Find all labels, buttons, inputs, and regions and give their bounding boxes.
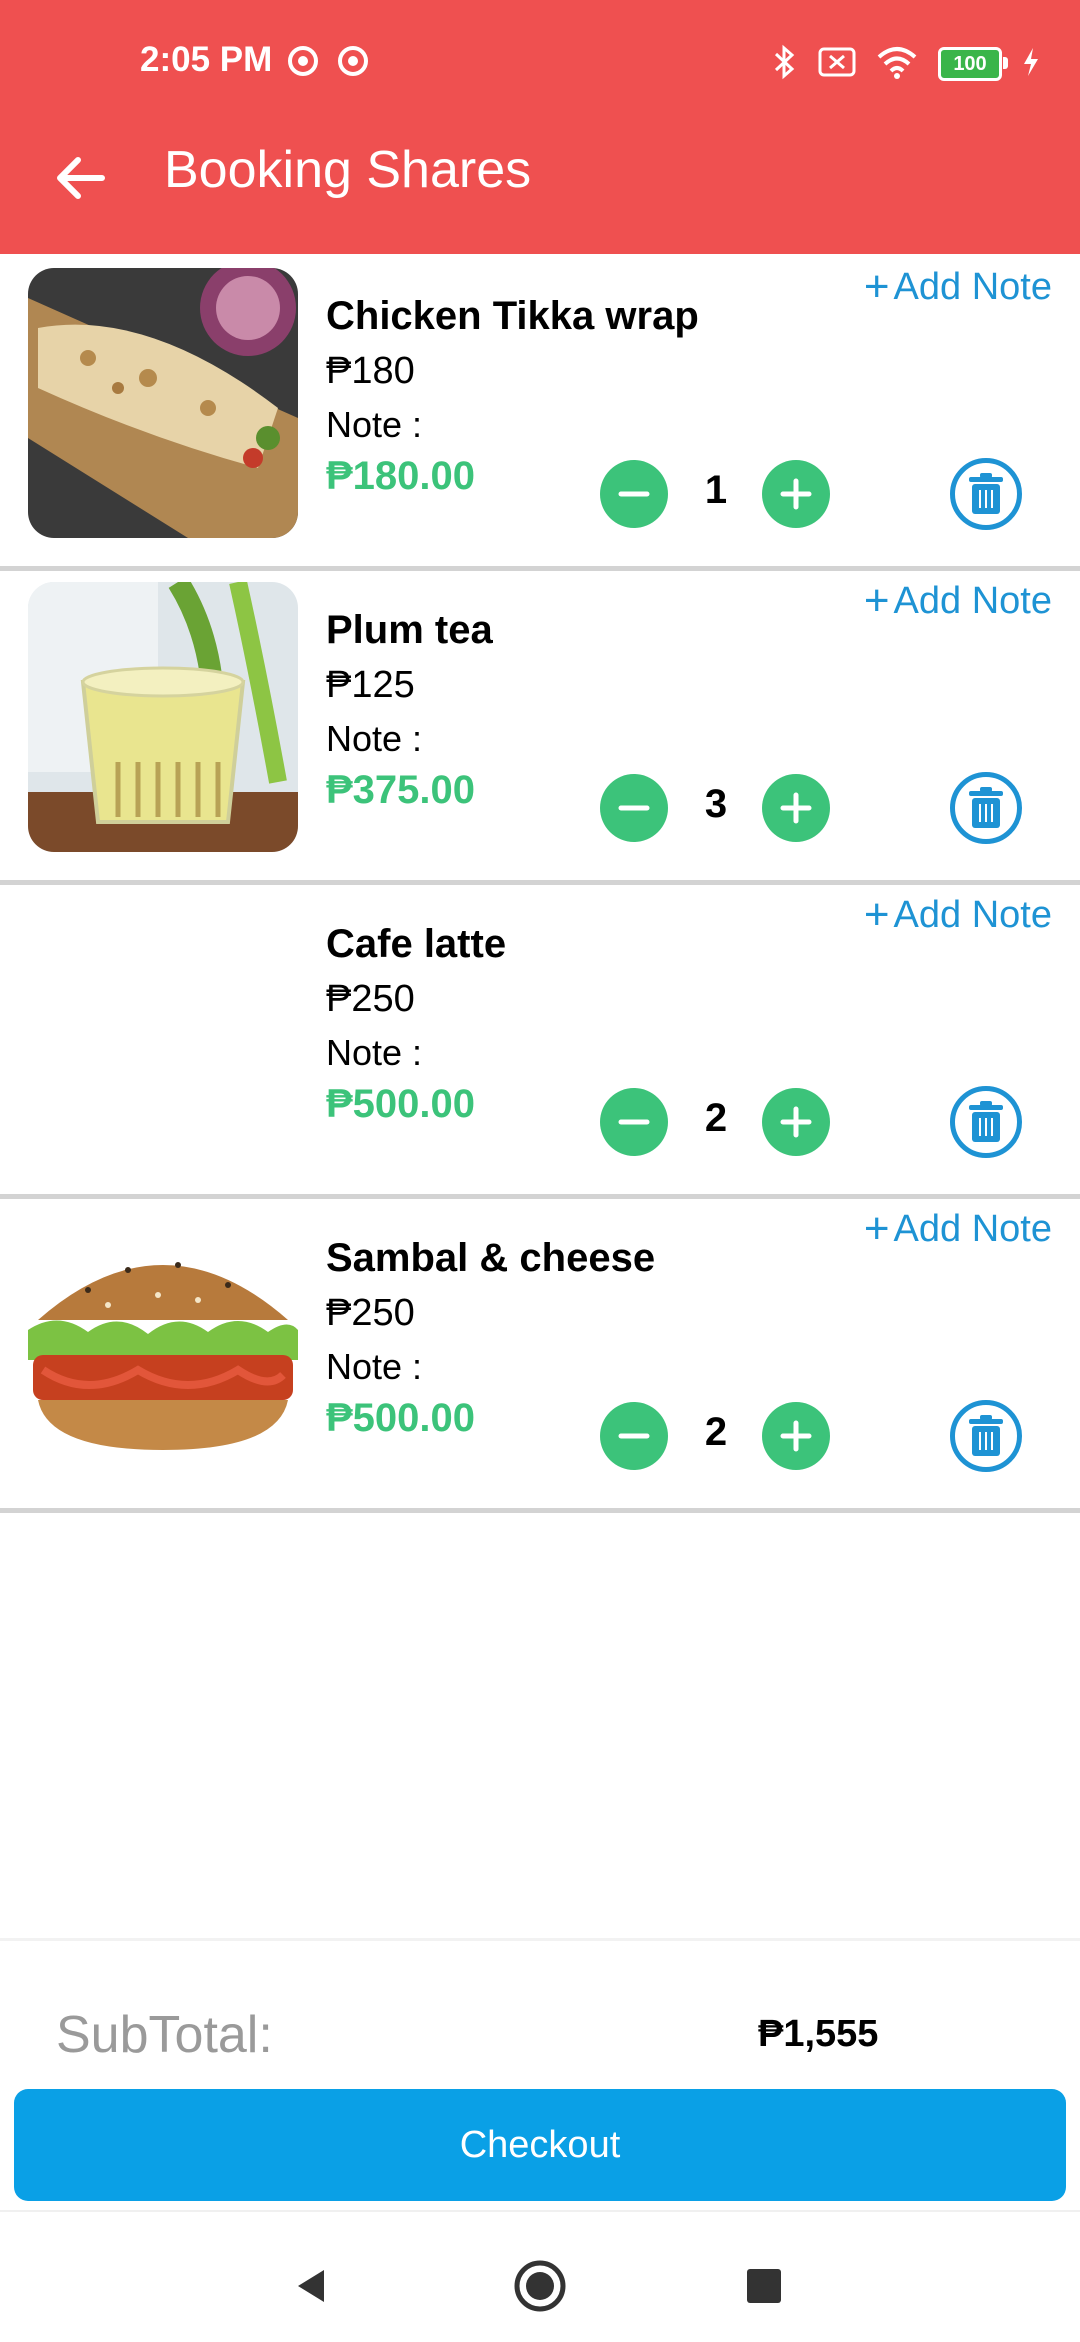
item-note-label: Note :: [326, 718, 423, 759]
status-bar: 2:05 PM 100: [0, 0, 1080, 120]
food-image-tea: [28, 582, 298, 852]
item-name: Sambal & cheese: [326, 1236, 656, 1280]
minus-icon: [618, 805, 650, 811]
delete-item-button[interactable]: [950, 458, 1022, 530]
page-title: Booking Shares: [164, 141, 532, 199]
increase-quantity-button[interactable]: [762, 1402, 830, 1470]
item-total: ₱375.00: [326, 768, 476, 812]
back-arrow-icon[interactable]: [50, 148, 120, 208]
minus-icon: [618, 1433, 650, 1439]
item-price: ₱180: [326, 350, 415, 392]
add-note-button[interactable]: + Add Note: [864, 1204, 1052, 1254]
divider: [0, 1508, 1080, 1513]
cart-item: Plum tea ₱125 Note : ₱375.00 + Add Note 3: [0, 568, 1080, 885]
add-note-button[interactable]: + Add Note: [864, 890, 1052, 940]
battery-icon: 100: [938, 47, 1008, 81]
delete-item-button[interactable]: [950, 1086, 1022, 1158]
charging-icon: [1022, 47, 1040, 82]
decrease-quantity-button[interactable]: [600, 1402, 668, 1470]
minus-icon: [618, 1119, 650, 1125]
item-note-label: Note :: [326, 1346, 423, 1387]
increase-quantity-button[interactable]: [762, 1088, 830, 1156]
add-note-label: Add Note: [893, 265, 1052, 308]
item-price: ₱250: [326, 978, 415, 1020]
nav-back-icon[interactable]: [282, 2256, 342, 2316]
cart-item: Chicken Tikka wrap ₱180 Note : ₱180.00 +…: [0, 254, 1080, 571]
item-name: Cafe latte: [326, 922, 507, 966]
plus-icon: +: [863, 576, 890, 625]
plus-icon: +: [863, 890, 890, 939]
checkout-button[interactable]: Checkout: [14, 2089, 1066, 2201]
status-time: 2:05 PM: [140, 40, 273, 79]
item-note-label: Note :: [326, 1032, 423, 1073]
item-name: Chicken Tikka wrap: [326, 294, 699, 338]
quantity-value: 3: [704, 782, 728, 826]
item-price: ₱250: [326, 1292, 415, 1334]
add-note-label: Add Note: [893, 1207, 1052, 1250]
delete-item-button[interactable]: [950, 1400, 1022, 1472]
quantity-value: 2: [704, 1410, 728, 1454]
item-note-label: Note :: [326, 404, 423, 445]
add-note-button[interactable]: + Add Note: [864, 576, 1052, 626]
add-note-label: Add Note: [893, 893, 1052, 936]
food-image-burger: [28, 1210, 298, 1480]
subtotal-value: ₱1,555: [758, 2013, 879, 2055]
decrease-quantity-button[interactable]: [600, 460, 668, 528]
item-total: ₱500.00: [326, 1396, 476, 1440]
item-name: Plum tea: [326, 608, 493, 652]
plus-icon: [780, 792, 812, 824]
cart-item: Cafe latte ₱250 Note : ₱500.00 + Add Note…: [0, 882, 1080, 1199]
add-note-button[interactable]: + Add Note: [864, 262, 1052, 312]
add-note-label: Add Note: [893, 579, 1052, 622]
plus-icon: [780, 1420, 812, 1452]
decrease-quantity-button[interactable]: [600, 774, 668, 842]
plus-icon: [780, 478, 812, 510]
quantity-value: 2: [704, 1096, 728, 1140]
item-total: ₱180.00: [326, 454, 476, 498]
item-price: ₱125: [326, 664, 415, 706]
delete-item-button[interactable]: [950, 772, 1022, 844]
status-icons: 100: [772, 44, 1040, 84]
plus-icon: +: [863, 1204, 890, 1253]
quantity-value: 1: [704, 468, 728, 512]
nav-recents-icon[interactable]: [734, 2256, 794, 2316]
cart-footer: SubTotal: ₱1,555 Checkout: [0, 1938, 1080, 2213]
no-sim-icon: [818, 47, 856, 82]
increase-quantity-button[interactable]: [762, 460, 830, 528]
nav-home-icon[interactable]: [510, 2256, 570, 2316]
trash-icon: [969, 473, 1003, 514]
wifi-icon: [876, 45, 918, 84]
trash-icon: [969, 1415, 1003, 1456]
sync-icon: [286, 44, 320, 78]
app-bar: 2:05 PM 100 Booking Shares: [0, 0, 1080, 254]
cart-item: Sambal & cheese ₱250 Note : ₱500.00 + Add…: [0, 1196, 1080, 1513]
decrease-quantity-button[interactable]: [600, 1088, 668, 1156]
increase-quantity-button[interactable]: [762, 774, 830, 842]
bluetooth-icon: [772, 44, 798, 85]
minus-icon: [618, 491, 650, 497]
item-total: ₱500.00: [326, 1082, 476, 1126]
trash-icon: [969, 787, 1003, 828]
trash-icon: [969, 1101, 1003, 1142]
plus-icon: [780, 1106, 812, 1138]
system-nav-bar: [0, 2210, 1080, 2342]
sync-icon: [336, 44, 370, 78]
food-image-wrap: [28, 268, 298, 538]
plus-icon: +: [863, 262, 890, 311]
subtotal-label: SubTotal:: [56, 2006, 273, 2064]
